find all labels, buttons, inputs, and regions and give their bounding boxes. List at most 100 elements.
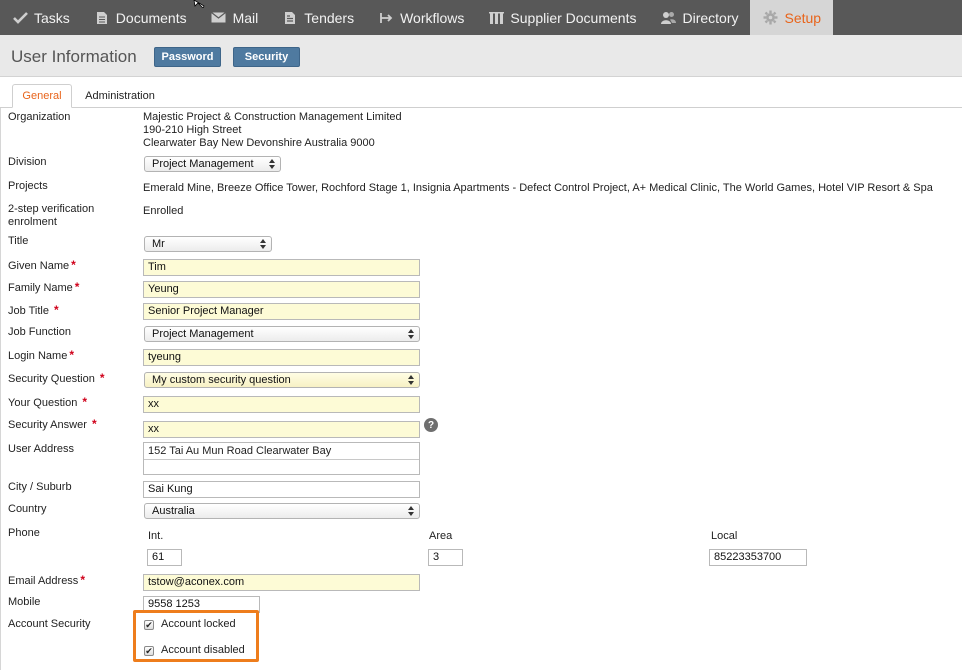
- projects-label: Projects: [8, 180, 48, 192]
- document-icon: [94, 10, 110, 26]
- city-input[interactable]: Sai Kung: [143, 481, 420, 498]
- required-mark: *: [99, 371, 105, 385]
- account-security-label: Account Security: [8, 618, 91, 630]
- two-step-label: 2-step verification enrolment: [8, 203, 94, 229]
- tab-bar: General Administration: [0, 84, 962, 108]
- organization-name: Majestic Project & Construction Manageme…: [143, 111, 402, 123]
- security-question-select-value: My custom security question: [152, 374, 291, 386]
- login-name-label-text: Login Name: [8, 350, 68, 362]
- security-question-label: Security Question *: [8, 372, 105, 386]
- user-address-line1: 152 Tai Au Mun Road Clearwater Bay: [144, 443, 419, 460]
- email-input[interactable]: tstow@aconex.com: [143, 574, 420, 591]
- people-icon: [660, 10, 676, 26]
- nav-documents[interactable]: Documents: [82, 0, 199, 35]
- family-name-label: Family Name *: [8, 281, 79, 295]
- organization-address-line1: 190-210 High Street: [143, 124, 242, 136]
- login-name-input[interactable]: tyeung: [143, 349, 420, 366]
- security-question-label-text: Security Question: [8, 373, 95, 385]
- account-locked-label: Account locked: [161, 618, 236, 630]
- required-mark: *: [71, 258, 76, 272]
- title-label: Title: [8, 235, 29, 247]
- given-name-label-text: Given Name: [8, 260, 70, 272]
- job-title-label-text: Job Title: [8, 305, 49, 317]
- organization-address-line2: Clearwater Bay New Devonshire Australia …: [143, 137, 375, 149]
- your-question-label-text: Your Question: [8, 397, 78, 409]
- nav-tenders[interactable]: Tenders: [270, 0, 366, 35]
- phone-int-label: Int.: [148, 530, 164, 542]
- nav-setup-label: Setup: [784, 9, 822, 26]
- family-name-label-text: Family Name: [8, 282, 73, 294]
- required-mark: *: [91, 417, 97, 431]
- security-answer-label-text: Security Answer: [8, 419, 87, 431]
- nav-mail-label: Mail: [232, 9, 259, 26]
- two-step-label-line2: enrolment: [8, 216, 57, 228]
- job-function-select[interactable]: Project Management: [144, 326, 420, 342]
- family-name-input[interactable]: Yeung: [143, 281, 420, 298]
- job-function-select-value: Project Management: [152, 328, 254, 340]
- required-mark: *: [54, 303, 59, 317]
- email-label-text: Email Address: [8, 575, 79, 587]
- check-icon: [12, 10, 28, 26]
- required-mark: *: [80, 573, 85, 587]
- required-mark: *: [74, 280, 80, 294]
- nav-tenders-label: Tenders: [304, 9, 355, 26]
- select-arrows-icon: [260, 239, 266, 249]
- nav-setup[interactable]: Setup: [750, 0, 834, 35]
- your-question-input[interactable]: xx: [143, 396, 420, 413]
- given-name-input[interactable]: Tim: [143, 259, 420, 276]
- account-locked-checkbox[interactable]: ✔: [144, 620, 154, 630]
- title-select-value: Mr: [152, 238, 165, 250]
- tab-general[interactable]: General: [12, 84, 72, 108]
- phone-local-input[interactable]: 85223353700: [709, 549, 807, 566]
- help-icon[interactable]: ?: [424, 418, 438, 432]
- division-select-value: Project Management: [152, 158, 254, 170]
- city-label: City / Suburb: [8, 481, 72, 493]
- tender-icon: [282, 10, 298, 26]
- select-arrows-icon: [408, 375, 414, 385]
- nav-documents-label: Documents: [115, 9, 187, 26]
- phone-int-input[interactable]: 61: [147, 549, 182, 566]
- user-form: Organization Majestic Project & Construc…: [0, 108, 962, 670]
- tab-administration[interactable]: Administration: [78, 84, 162, 108]
- mail-icon: [211, 10, 227, 26]
- security-button[interactable]: Security: [233, 47, 300, 67]
- phone-area-input[interactable]: 3: [428, 549, 463, 566]
- workflow-icon: [378, 10, 394, 26]
- country-select-value: Australia: [152, 505, 195, 517]
- select-arrows-icon: [408, 329, 414, 339]
- password-button[interactable]: Password: [154, 47, 221, 67]
- projects-value: Emerald Mine, Breeze Office Tower, Rochf…: [143, 182, 933, 194]
- account-disabled-checkbox[interactable]: ✔: [144, 646, 154, 656]
- user-address-label: User Address: [8, 443, 75, 455]
- login-name-label: Login Name *: [8, 349, 74, 363]
- nav-directory[interactable]: Directory: [648, 0, 750, 35]
- security-question-select[interactable]: My custom security question: [144, 372, 420, 388]
- nav-workflows[interactable]: Workflows: [366, 0, 476, 35]
- nav-supplier-documents[interactable]: Supplier Documents: [476, 0, 648, 35]
- security-answer-input[interactable]: xx: [143, 421, 420, 438]
- supplier-documents-icon: [488, 10, 504, 26]
- division-select[interactable]: Project Management: [144, 156, 281, 172]
- required-mark: *: [82, 395, 88, 409]
- nav-tasks[interactable]: Tasks: [0, 0, 82, 35]
- title-select[interactable]: Mr: [144, 236, 272, 252]
- top-navigation: Tasks Documents Mail Tenders Workflows S…: [0, 0, 962, 35]
- user-address-input[interactable]: 152 Tai Au Mun Road Clearwater Bay: [143, 442, 420, 475]
- nav-mail[interactable]: Mail: [199, 0, 271, 35]
- country-select[interactable]: Australia: [144, 503, 420, 519]
- job-title-label: Job Title *: [8, 304, 59, 318]
- job-title-input[interactable]: Senior Project Manager: [143, 303, 420, 320]
- organization-label: Organization: [8, 111, 71, 123]
- gear-icon: [762, 10, 778, 26]
- two-step-value: Enrolled: [143, 205, 184, 217]
- job-function-label: Job Function: [8, 326, 71, 338]
- page-header: User Information Password Security: [0, 35, 962, 77]
- given-name-label: Given Name *: [8, 259, 76, 273]
- nav-supplier-documents-label: Supplier Documents: [510, 9, 637, 26]
- your-question-label: Your Question *: [8, 396, 87, 410]
- page-title: User Information: [11, 47, 137, 66]
- two-step-label-line1: 2-step verification: [8, 203, 95, 215]
- nav-workflows-label: Workflows: [400, 9, 465, 26]
- mobile-label: Mobile: [8, 596, 41, 608]
- account-disabled-label: Account disabled: [161, 644, 245, 656]
